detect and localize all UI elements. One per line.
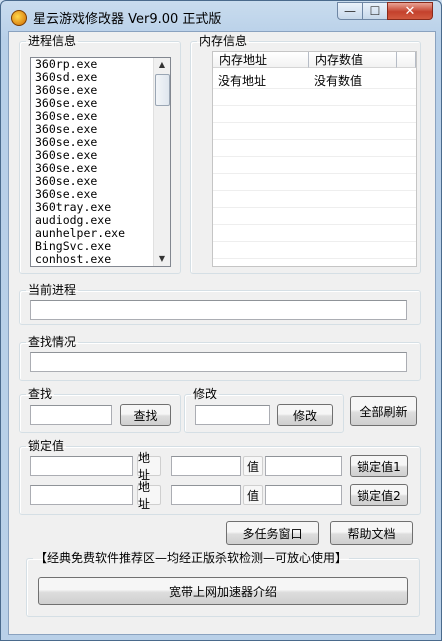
lock1-extra-input[interactable] bbox=[171, 456, 241, 476]
process-group-legend: 进程信息 bbox=[28, 34, 77, 48]
lock1-address-label: 地址 bbox=[137, 451, 161, 482]
minimize-button[interactable]: — bbox=[337, 2, 363, 20]
lock1-value-label: 值 bbox=[243, 456, 263, 476]
client-area: 进程信息 360rp.exe 360sd.exe 360se.exe 360se.ex… bbox=[8, 31, 436, 635]
grid-line bbox=[213, 139, 416, 140]
grid-line bbox=[213, 258, 416, 259]
refresh-all-button[interactable]: 全部刷新 bbox=[350, 396, 417, 426]
lock1-value-input[interactable] bbox=[265, 456, 342, 476]
modify-legend: 修改 bbox=[193, 387, 218, 401]
table-cell-value[interactable]: 没有数值 bbox=[314, 72, 362, 89]
search-status-legend: 查找情况 bbox=[28, 335, 77, 349]
find-value-input[interactable] bbox=[30, 405, 112, 425]
grid-line bbox=[213, 122, 416, 123]
lock2-value-label: 值 bbox=[243, 485, 263, 505]
process-items: 360rp.exe 360sd.exe 360se.exe 360se.exe 360s… bbox=[31, 58, 170, 266]
find-legend: 查找 bbox=[28, 387, 53, 401]
maximize-button[interactable]: ☐ bbox=[362, 2, 388, 20]
column-header-address[interactable]: 内存地址 bbox=[213, 52, 309, 68]
lock-value-2-button[interactable]: 锁定值2 bbox=[350, 484, 408, 506]
lock-legend: 锁定值 bbox=[28, 439, 65, 453]
grid-line bbox=[213, 88, 416, 89]
memory-group-legend: 内存信息 bbox=[199, 34, 248, 48]
lock2-value-input[interactable] bbox=[265, 485, 342, 505]
grid-line bbox=[213, 156, 416, 157]
grid-line bbox=[213, 207, 416, 208]
scroll-up-icon[interactable]: ▲ bbox=[154, 58, 170, 72]
lock-value-1-button[interactable]: 锁定值1 bbox=[350, 455, 408, 477]
scroll-thumb[interactable] bbox=[155, 74, 170, 106]
lock2-extra-input[interactable] bbox=[171, 485, 241, 505]
title-bar[interactable]: 星云游戏修改器 Ver9.00 正式版 — ☐ ✕ bbox=[1, 1, 441, 31]
app-icon bbox=[11, 10, 27, 26]
current-process-field[interactable] bbox=[30, 300, 407, 320]
memory-table[interactable]: 内存地址 内存数值 没有地址 没有数值 bbox=[212, 51, 417, 267]
help-docs-button[interactable]: 帮助文档 bbox=[330, 521, 413, 545]
grid-line bbox=[213, 173, 416, 174]
lock2-address-input[interactable] bbox=[30, 485, 133, 505]
current-process-legend: 当前进程 bbox=[28, 283, 77, 297]
table-cell-address[interactable]: 没有地址 bbox=[218, 72, 266, 89]
promo-broadband-button[interactable]: 宽带上网加速器介绍 bbox=[38, 577, 408, 605]
promo-legend: 【经典免费软件推荐区—均经正版杀软检测—可放心使用】 bbox=[35, 551, 348, 565]
process-list[interactable]: 360rp.exe 360sd.exe 360se.exe 360se.exe 360s… bbox=[30, 57, 171, 267]
process-list-scrollbar[interactable]: ▲ ▼ bbox=[153, 58, 170, 266]
lock2-address-label: 地址 bbox=[137, 480, 161, 511]
grid-line bbox=[213, 190, 416, 191]
close-button[interactable]: ✕ bbox=[387, 2, 433, 20]
search-status-field[interactable] bbox=[30, 352, 407, 372]
list-item[interactable]: conhost.exe bbox=[31, 253, 170, 266]
scroll-down-icon[interactable]: ▼ bbox=[154, 252, 170, 266]
find-button[interactable]: 查找 bbox=[120, 404, 171, 426]
grid-line bbox=[213, 224, 416, 225]
column-header-filler bbox=[397, 52, 416, 68]
main-window: 星云游戏修改器 Ver9.00 正式版 — ☐ ✕ 进程信息 360rp.exe… bbox=[0, 0, 442, 641]
grid-line bbox=[213, 241, 416, 242]
lock1-address-input[interactable] bbox=[30, 456, 133, 476]
modify-button[interactable]: 修改 bbox=[277, 404, 333, 426]
multitask-window-button[interactable]: 多任务窗口 bbox=[226, 521, 319, 545]
grid-line bbox=[213, 105, 416, 106]
window-title: 星云游戏修改器 Ver9.00 正式版 bbox=[33, 12, 222, 27]
modify-value-input[interactable] bbox=[195, 405, 270, 425]
column-header-value[interactable]: 内存数值 bbox=[309, 52, 397, 68]
